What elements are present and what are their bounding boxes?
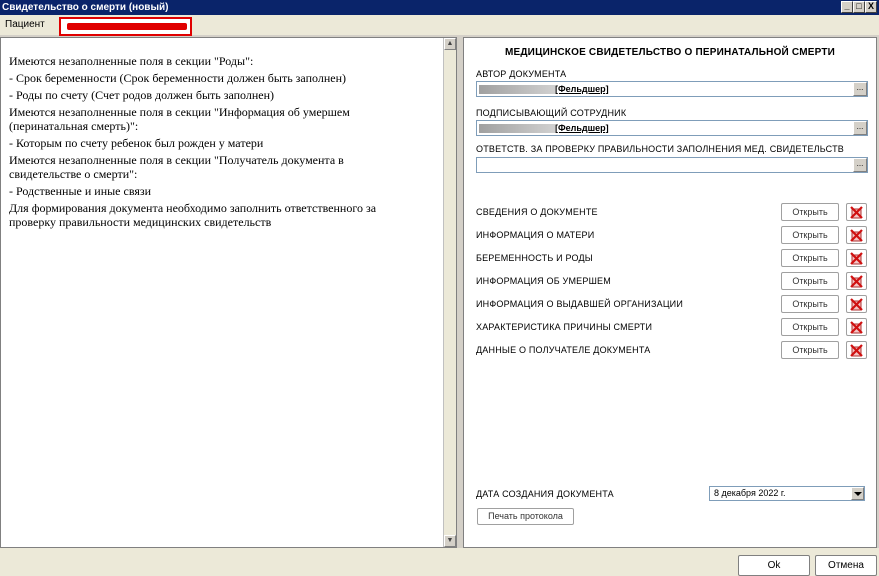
delete-section-button[interactable]: [846, 203, 867, 221]
redacted-name: [479, 85, 555, 94]
responsible-lookup-button[interactable]: ...: [853, 158, 867, 172]
validation-message: - Родственные и иные связи: [9, 184, 152, 198]
form-title: МЕДИЦИНСКОЕ СВИДЕТЕЛЬСТВО О ПЕРИНАТАЛЬНО…: [504, 47, 836, 58]
signer-lookup-button[interactable]: ...: [853, 121, 867, 135]
ok-button[interactable]: Ok: [738, 555, 810, 576]
section-label: БЕРЕМЕННОСТЬ И РОДЫ: [476, 253, 593, 263]
delete-icon: [850, 229, 863, 242]
close-button[interactable]: X: [865, 1, 877, 13]
open-section-button[interactable]: Открыть: [781, 249, 839, 267]
window-title: Свидетельство о смерти (новый): [2, 2, 169, 13]
open-section-button[interactable]: Открыть: [781, 203, 839, 221]
open-section-button[interactable]: Открыть: [781, 318, 839, 336]
redaction-bar: [67, 23, 187, 30]
validation-message: - Срок беременности (Срок беременности д…: [9, 71, 346, 85]
section-row: ИНФОРМАЦИЯ ОБ УМЕРШЕМ Открыть: [476, 272, 868, 290]
maximize-button[interactable]: □: [853, 1, 865, 13]
scroll-down-icon[interactable]: ▼: [444, 535, 456, 547]
open-section-button[interactable]: Открыть: [781, 341, 839, 359]
validation-message: Имеются незаполненные поля в секции "Инф…: [9, 105, 350, 133]
signer-label: ПОДПИСЫВАЮЩИЙ СОТРУДНИК: [476, 108, 627, 118]
chevron-down-icon[interactable]: [851, 487, 864, 500]
validation-messages: Имеются незаполненные поля в секции "Род…: [9, 54, 414, 232]
author-value: [Фельдшер]: [555, 84, 609, 94]
open-section-button[interactable]: Открыть: [781, 295, 839, 313]
delete-section-button[interactable]: [846, 226, 867, 244]
section-label: ДАННЫЕ О ПОЛУЧАТЕЛЕ ДОКУМЕНТА: [476, 345, 651, 355]
dialog-footer: Ok Отмена: [0, 548, 879, 576]
window-controls: _ □ X: [841, 1, 877, 13]
delete-icon: [850, 344, 863, 357]
validation-message: - Которым по счету ребенок был рожден у …: [9, 136, 264, 150]
section-label: СВЕДЕНИЯ О ДОКУМЕНТЕ: [476, 207, 598, 217]
signer-value: [Фельдшер]: [555, 123, 609, 133]
signer-field[interactable]: [Фельдшер] ...: [476, 120, 868, 136]
creation-date-value: 8 декабря 2022 г.: [714, 488, 786, 498]
validation-message: Для формирования документа необходимо за…: [9, 201, 377, 229]
patient-label: Пациент: [5, 19, 45, 30]
vertical-scrollbar[interactable]: ▲ ▼: [443, 38, 456, 547]
delete-section-button[interactable]: [846, 272, 867, 290]
section-row: ХАРАКТЕРИСТИКА ПРИЧИНЫ СМЕРТИ Открыть: [476, 318, 868, 336]
section-row: ИНФОРМАЦИЯ О ВЫДАВШЕЙ ОРГАНИЗАЦИИ Открыть: [476, 295, 868, 313]
author-field[interactable]: [Фельдшер] ...: [476, 81, 868, 97]
author-label: АВТОР ДОКУМЕНТА: [476, 69, 567, 79]
delete-icon: [850, 321, 863, 334]
section-label: ХАРАКТЕРИСТИКА ПРИЧИНЫ СМЕРТИ: [476, 322, 653, 332]
delete-icon: [850, 298, 863, 311]
section-row: СВЕДЕНИЯ О ДОКУМЕНТЕ Открыть: [476, 203, 868, 221]
creation-date-label: ДАТА СОЗДАНИЯ ДОКУМЕНТА: [476, 489, 614, 499]
section-label: ИНФОРМАЦИЯ О ВЫДАВШЕЙ ОРГАНИЗАЦИИ: [476, 299, 684, 309]
validation-message: - Роды по счету (Счет родов должен быть …: [9, 88, 275, 102]
redacted-name: [479, 124, 555, 133]
section-row: ИНФОРМАЦИЯ О МАТЕРИ Открыть: [476, 226, 868, 244]
responsible-field[interactable]: ...: [476, 157, 868, 173]
responsible-label: ОТВЕТСТВ. ЗА ПРОВЕРКУ ПРАВИЛЬНОСТИ ЗАПОЛ…: [476, 144, 844, 154]
delete-icon: [850, 252, 863, 265]
section-row: ДАННЫЕ О ПОЛУЧАТЕЛЕ ДОКУМЕНТА Открыть: [476, 341, 868, 359]
delete-icon: [850, 206, 863, 219]
section-label: ИНФОРМАЦИЯ О МАТЕРИ: [476, 230, 595, 240]
window-titlebar: Свидетельство о смерти (новый) _ □ X: [0, 0, 879, 15]
open-section-button[interactable]: Открыть: [781, 272, 839, 290]
delete-icon: [850, 275, 863, 288]
author-lookup-button[interactable]: ...: [853, 82, 867, 96]
creation-date-select[interactable]: 8 декабря 2022 г.: [709, 486, 865, 501]
patient-name-redacted[interactable]: [59, 17, 192, 36]
validation-message: Имеются незаполненные поля в секции "Пол…: [9, 153, 344, 181]
section-label: ИНФОРМАЦИЯ ОБ УМЕРШЕМ: [476, 276, 611, 286]
delete-section-button[interactable]: [846, 341, 867, 359]
scroll-up-icon[interactable]: ▲: [444, 38, 456, 50]
print-protocol-button[interactable]: Печать протокола: [477, 508, 574, 525]
section-row: БЕРЕМЕННОСТЬ И РОДЫ Открыть: [476, 249, 868, 267]
delete-section-button[interactable]: [846, 295, 867, 313]
open-section-button[interactable]: Открыть: [781, 226, 839, 244]
delete-section-button[interactable]: [846, 249, 867, 267]
delete-section-button[interactable]: [846, 318, 867, 336]
certificate-form-pane: МЕДИЦИНСКОЕ СВИДЕТЕЛЬСТВО О ПЕРИНАТАЛЬНО…: [463, 37, 877, 548]
minimize-button[interactable]: _: [841, 1, 853, 13]
validation-messages-pane: Имеются незаполненные поля в секции "Род…: [0, 37, 457, 548]
validation-message: Имеются незаполненные поля в секции "Род…: [9, 54, 254, 68]
cancel-button[interactable]: Отмена: [815, 555, 877, 576]
